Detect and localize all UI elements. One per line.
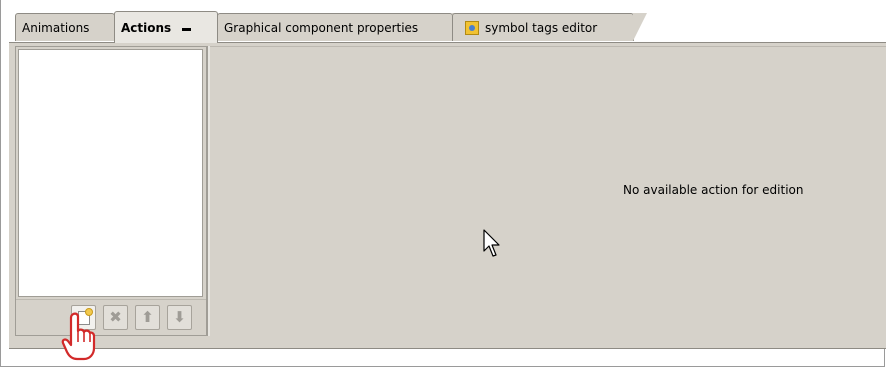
window-frame: Animations Graphical component propertie… xyxy=(0,0,886,367)
tab-symbol-tags-editor[interactable]: symbol tags editor xyxy=(452,13,647,41)
panel-bottom-edge xyxy=(9,340,886,349)
tab-label: Animations xyxy=(22,20,90,35)
symbol-tags-icon xyxy=(465,20,479,35)
action-list-toolbar: ✖ ⬆ ⬇ xyxy=(16,299,206,334)
tab-strip: Animations Graphical component propertie… xyxy=(8,0,886,43)
tab-label: symbol tags editor xyxy=(485,20,598,35)
delete-x-icon: ✖ xyxy=(109,308,122,326)
action-list[interactable] xyxy=(18,49,203,297)
hand-pointer-icon xyxy=(61,312,96,361)
tab-animations[interactable]: Animations xyxy=(15,13,128,41)
actions-panel: ✖ ⬆ ⬇ No available action for edition xyxy=(9,42,886,342)
action-list-pane: ✖ ⬆ ⬇ xyxy=(15,46,207,336)
arrow-up-icon: ⬆ xyxy=(141,308,154,326)
minimize-icon[interactable] xyxy=(182,28,192,31)
tab-actions[interactable]: Actions xyxy=(114,11,218,43)
action-editor-pane: No available action for edition xyxy=(210,46,886,337)
move-up-button[interactable]: ⬆ xyxy=(135,305,160,330)
tab-label: Actions xyxy=(121,20,172,35)
move-down-button[interactable]: ⬇ xyxy=(167,305,192,330)
tab-label: Graphical component properties xyxy=(224,20,419,35)
tab-graphical-component-properties[interactable]: Graphical component properties xyxy=(217,13,466,41)
empty-editor-message: No available action for edition xyxy=(623,183,804,197)
delete-action-button[interactable]: ✖ xyxy=(103,305,128,330)
mouse-pointer-icon xyxy=(483,229,500,257)
arrow-down-icon: ⬇ xyxy=(173,308,186,326)
